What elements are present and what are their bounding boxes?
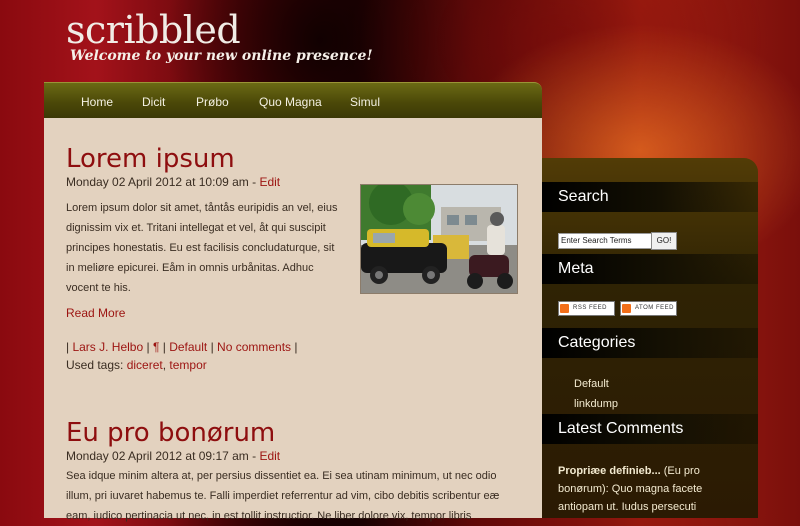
read-more-row: Read More: [66, 306, 526, 320]
widget-title: Latest Comments: [558, 420, 684, 437]
read-more-link[interactable]: Read More: [66, 306, 125, 320]
excerpt-line: eam, iudico pertinacia ut nec, in est to…: [66, 510, 472, 522]
nav-item-quo-magna[interactable]: Quo Magna: [259, 83, 322, 121]
post: Lorem ipsum Monday 02 April 2012 at 10:0…: [66, 144, 526, 374]
nav-item-dicit[interactable]: Dicit: [142, 83, 165, 121]
site-header: scribbled Welcome to your new online pre…: [66, 8, 373, 64]
category-link[interactable]: Default: [169, 340, 207, 354]
main-content: Lorem ipsum Monday 02 April 2012 at 10:0…: [44, 118, 542, 522]
tag-link[interactable]: diceret: [127, 358, 163, 372]
edit-link[interactable]: Edit: [259, 449, 280, 463]
excerpt-line: vocent te his.: [66, 282, 131, 294]
post-image[interactable]: [360, 184, 518, 294]
category-item-linkdump[interactable]: linkdump: [574, 398, 618, 410]
widget-title: Meta: [558, 260, 594, 277]
atom-icon: [622, 304, 631, 313]
sidebar: Search Enter Search Terms GO! Meta RSS F…: [542, 158, 758, 518]
nav-item-probo[interactable]: Prøbo: [196, 83, 229, 121]
widget-title: Search: [558, 188, 609, 205]
post-meta: Monday 02 April 2012 at 09:17 am - Edit: [66, 448, 526, 464]
post-date: Monday 02 April 2012 at 09:17 am -: [66, 449, 260, 463]
comments-link[interactable]: No comments: [217, 340, 291, 354]
widget-title: Categories: [558, 334, 636, 351]
author-link[interactable]: Lars J. Helbo: [72, 340, 143, 354]
nav-item-home[interactable]: Home: [81, 83, 113, 121]
categories-widget-header: Categories: [542, 328, 758, 358]
latest-comments-widget-header: Latest Comments: [542, 414, 758, 444]
permalink[interactable]: ¶: [153, 340, 159, 354]
category-item-default[interactable]: Default: [574, 378, 609, 390]
post-footer-links: | Lars J. Helbo | ¶ | Default | No comme…: [66, 340, 298, 354]
comment-author[interactable]: Propriæe definieb...: [558, 465, 661, 477]
excerpt-line: illum, pri iuvaret habemus te. Falli imp…: [66, 490, 500, 502]
post-tags: Used tags: diceret, tempor: [66, 358, 207, 372]
tag-link[interactable]: tempor: [169, 358, 206, 372]
post-excerpt: Lorem ipsum dolor sit amet, tåntås eurip…: [66, 198, 352, 298]
main-nav: Home Dicit Prøbo Quo Magna Simul: [44, 82, 542, 119]
edit-link[interactable]: Edit: [259, 175, 280, 189]
search-input[interactable]: Enter Search Terms: [558, 233, 652, 249]
search-widget-header: Search: [542, 182, 758, 212]
post-date: Monday 02 April 2012 at 10:09 am -: [66, 175, 260, 189]
excerpt-line: in meliøre epicurei. Eåm in omnis urbåni…: [66, 262, 314, 274]
atom-feed-button[interactable]: ATOM FEED: [620, 301, 677, 316]
excerpt-line: dignissim vix et. Tritani intellegat et …: [66, 222, 326, 234]
post-title[interactable]: Eu pro bonørum: [66, 418, 526, 448]
nav-item-simul[interactable]: Simul: [350, 83, 380, 121]
street-scene-image: [361, 185, 517, 293]
excerpt-line: principes honestatis. Eu est facilisis c…: [66, 242, 335, 254]
rss-label: RSS FEED: [573, 305, 608, 311]
post-footer: | Lars J. Helbo | ¶ | Default | No comme…: [66, 338, 526, 374]
search-button[interactable]: GO!: [651, 232, 677, 250]
tags-label: Used tags:: [66, 358, 124, 372]
atom-label: ATOM FEED: [635, 305, 674, 311]
site-title[interactable]: scribbled: [66, 8, 373, 52]
post-title[interactable]: Lorem ipsum: [66, 144, 526, 174]
site-tagline: Welcome to your new online presence!: [70, 48, 373, 64]
latest-comment: Propriæe definieb... (Eu pro bonørum): Q…: [558, 462, 744, 516]
excerpt-line: Lorem ipsum dolor sit amet, tåntås eurip…: [66, 202, 338, 214]
rss-feed-button[interactable]: RSS FEED: [558, 301, 615, 316]
post-excerpt: Sea idque minim altera at, per persius d…: [66, 466, 526, 526]
rss-icon: [560, 304, 569, 313]
excerpt-line: Sea idque minim altera at, per persius d…: [66, 470, 497, 482]
meta-widget-header: Meta: [542, 254, 758, 284]
post: Eu pro bonørum Monday 02 April 2012 at 0…: [66, 418, 526, 526]
